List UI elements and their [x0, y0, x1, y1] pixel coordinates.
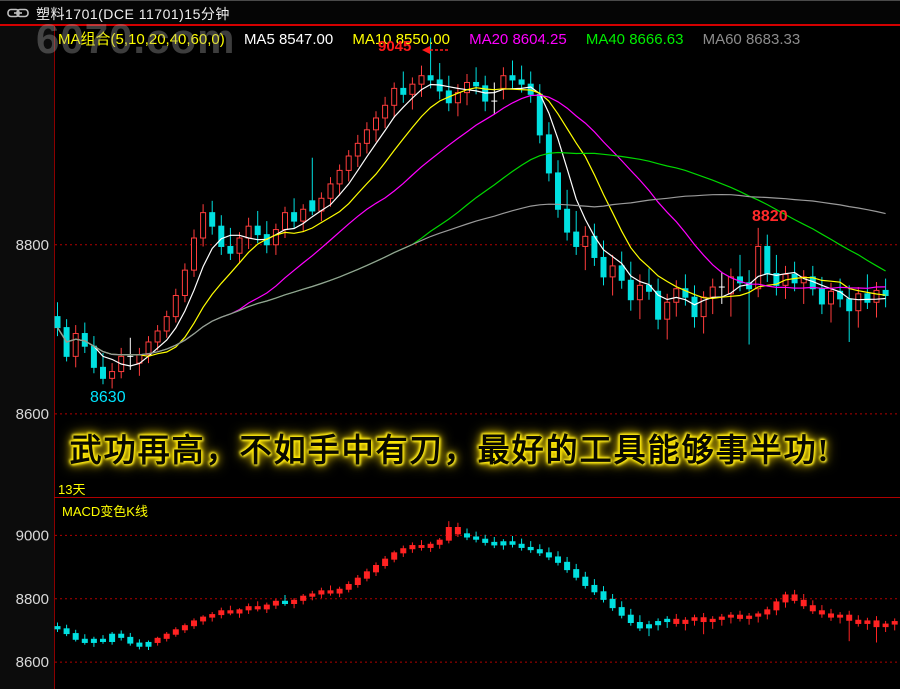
svg-text:8600: 8600 — [16, 654, 49, 671]
site-watermark: 6070.com — [36, 15, 236, 62]
macd-kline-indicator-label[interactable]: MACD变色K线 — [62, 501, 148, 520]
peak-price-annotation: 9045 — [378, 38, 412, 55]
ma5-value: MA5 8547.00 — [243, 31, 334, 48]
ma40-value: MA40 8666.63 — [585, 31, 684, 48]
bounce-price-annotation: 8820 — [752, 208, 788, 225]
svg-text:8800: 8800 — [16, 237, 49, 254]
trading-app-window: 塑料1701(DCE 11701)15分钟 MA组合(5,10,20,40,60… — [0, 0, 900, 689]
macd-kline-panel-area[interactable] — [55, 499, 900, 689]
ma60-value: MA60 8683.33 — [702, 31, 801, 48]
period-label: 13天 — [58, 482, 86, 497]
peak-arrow-icon — [422, 42, 450, 60]
low-price-annotation: 8630 — [90, 389, 126, 406]
svg-text:8800: 8800 — [16, 591, 49, 608]
promo-banner-text: 武功再高，不如手中有刀，最好的工具能够事半功! — [69, 432, 831, 468]
svg-text:8600: 8600 — [16, 406, 49, 423]
ma20-value: MA20 8604.25 — [469, 31, 567, 48]
main-chart-area[interactable] — [55, 26, 900, 473]
svg-text:9000: 9000 — [16, 527, 49, 544]
